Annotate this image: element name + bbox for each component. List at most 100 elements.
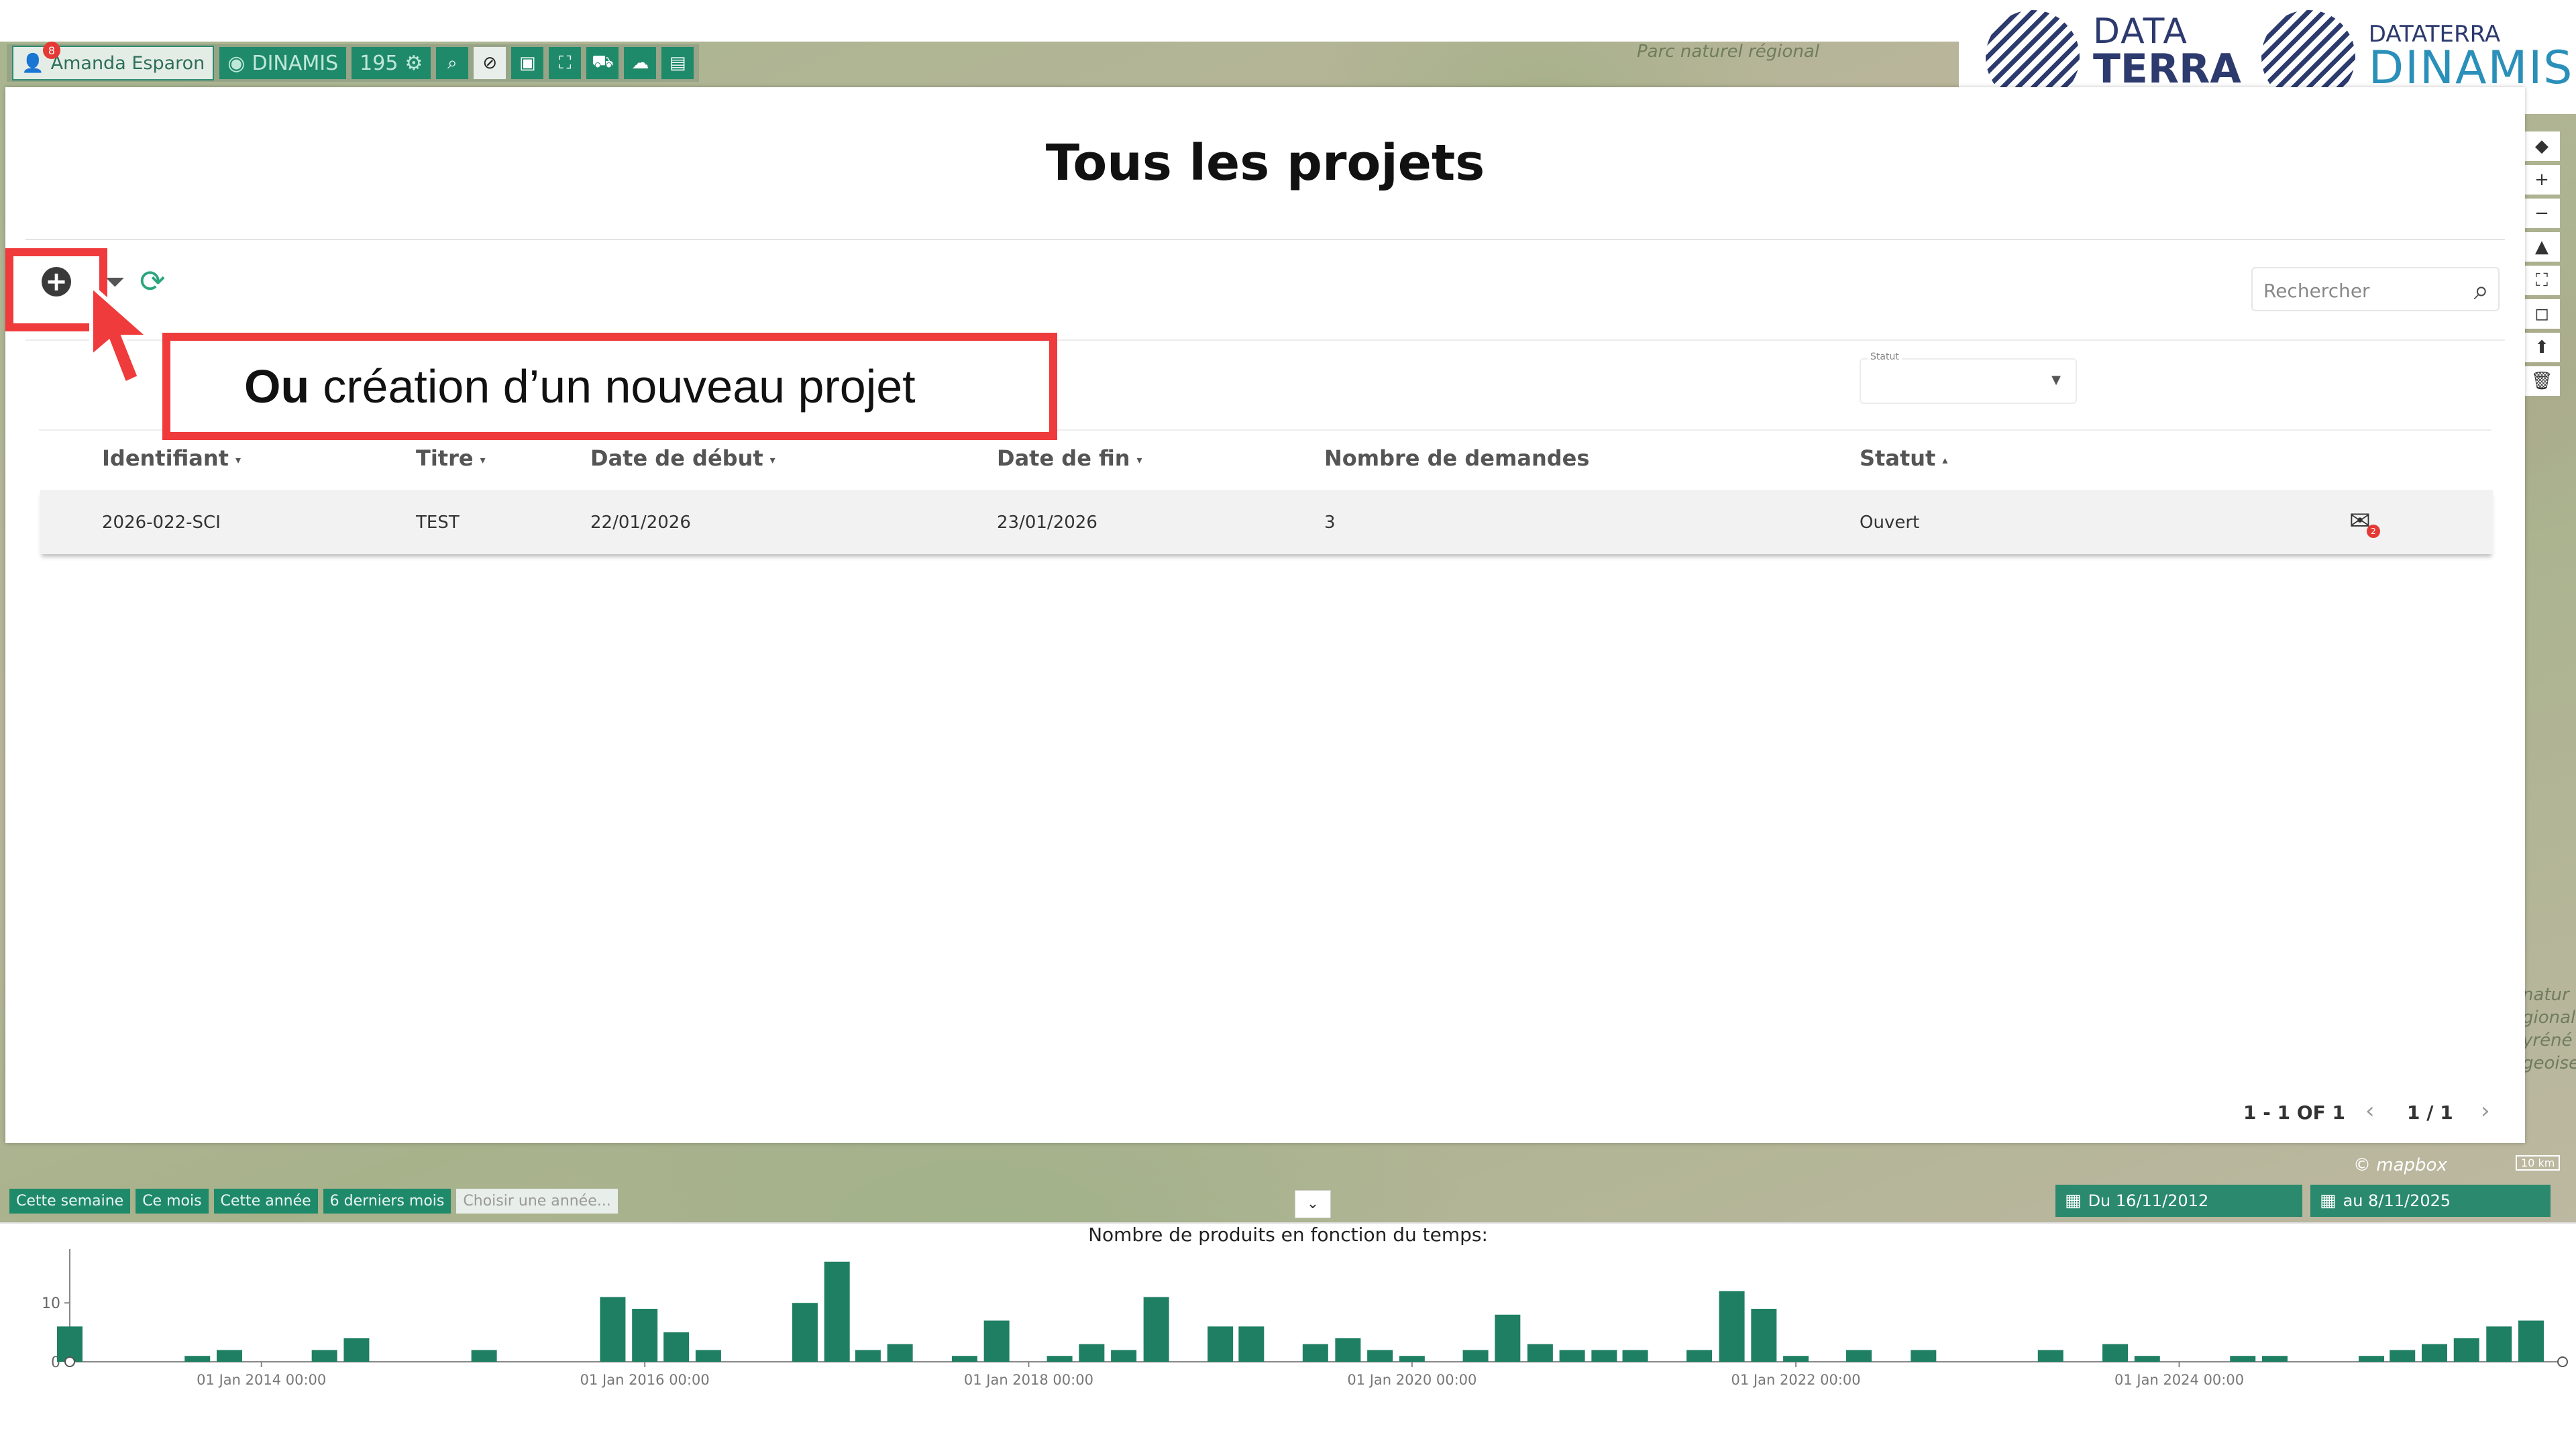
next-page-button[interactable]: › (2481, 1097, 2490, 1124)
chevron-left-icon: ‹ (2365, 1097, 2375, 1124)
chart-bar (1143, 1297, 1169, 1362)
zoom-in-button[interactable]: + (2524, 165, 2560, 195)
north-button[interactable]: ▲ (2524, 232, 2560, 262)
chart-bar (855, 1350, 881, 1362)
compass-icon: ▲ (2535, 237, 2548, 257)
messages-badge: 2 (2367, 525, 2380, 538)
search-icon[interactable]: ⌕ (2474, 275, 2489, 306)
zoom-search-button[interactable]: ⌕ (436, 47, 469, 79)
column-label: Date de début (590, 445, 763, 471)
app-name: DINAMIS (252, 51, 339, 75)
filter-this-month[interactable]: Ce mois (136, 1189, 209, 1214)
column-header-identifiant[interactable]: Identifiant ▾ (102, 445, 241, 471)
chart-bar (1208, 1326, 1234, 1362)
filter-this-year[interactable]: Cette année (213, 1189, 318, 1214)
collapse-chart-button[interactable]: ⌄ (1295, 1190, 1331, 1218)
zoom-out-button[interactable]: − (2524, 199, 2560, 228)
user-button[interactable]: 👤 8 Amanda Esparon (12, 42, 215, 80)
x-tick-label: 01 Jan 2022 00:00 (1731, 1372, 1861, 1388)
chart-bar (983, 1320, 1010, 1362)
archive-icon: ▤ (669, 53, 686, 73)
chart-bar (1719, 1291, 1745, 1362)
draw-rectangle-button[interactable]: ◻ (2524, 299, 2560, 329)
archive-button[interactable]: ▤ (661, 47, 694, 79)
product-count[interactable]: 195 ⚙ (352, 47, 431, 79)
basket-button[interactable]: ⛟ (586, 47, 619, 79)
x-tick-label: 01 Jan 2024 00:00 (2114, 1372, 2244, 1388)
chart-bar (1527, 1344, 1553, 1362)
search-input[interactable] (2262, 275, 2453, 306)
save-button[interactable]: ▣ (511, 47, 544, 79)
column-header-date-fin[interactable]: Date de fin ▾ (997, 445, 1142, 471)
mapbox-attribution: © mapbox (2353, 1155, 2447, 1175)
fullscreen-icon: ⛶ (2535, 270, 2548, 290)
map-label-park: Parc naturel régional (1637, 42, 1820, 62)
date-from-field[interactable]: ▦ Du 16/11/2012 (2055, 1185, 2302, 1217)
filter-this-week[interactable]: Cette semaine (9, 1189, 131, 1214)
upload-button[interactable]: ⬆ (2524, 333, 2560, 362)
status-filter-label: Statut (1868, 352, 1902, 362)
fullscreen-button[interactable]: ⛶ (2524, 266, 2560, 295)
column-header-titre[interactable]: Titre ▾ (416, 445, 486, 471)
chart-bar (887, 1344, 913, 1362)
column-label: Identifiant (102, 445, 229, 471)
table-row[interactable] (40, 490, 2493, 554)
divider (25, 239, 2505, 240)
messages-button[interactable]: ✉ 2 (2349, 506, 2380, 538)
chart-bar (1911, 1350, 1937, 1362)
chart-bar (2102, 1344, 2129, 1362)
chevron-right-icon: › (2481, 1097, 2490, 1124)
year-select[interactable]: Choisir une année... (456, 1189, 618, 1214)
chart-bar (311, 1350, 337, 1362)
annotation-callout: Ou création d’un nouveau projet (162, 333, 1057, 440)
chart-bar (792, 1303, 818, 1362)
save-icon: ▣ (519, 53, 536, 73)
layers-button[interactable]: ◆ (2524, 131, 2560, 161)
logo-terra-text: TERRA (2093, 46, 2241, 93)
x-tick-label: 01 Jan 2020 00:00 (1347, 1372, 1477, 1388)
user-name: Amanda Esparon (50, 52, 205, 74)
x-tick-label: 01 Jan 2016 00:00 (580, 1372, 710, 1388)
sort-icon: ▾ (1136, 453, 1142, 466)
sort-icon: ▴ (1942, 453, 1948, 466)
chart-bar (1302, 1344, 1328, 1362)
chart-bar (2262, 1356, 2288, 1362)
column-header-statut[interactable]: Statut ▴ (1860, 445, 1947, 471)
column-label: Nombre de demandes (1324, 445, 1590, 471)
logo-dinamis-text: DINAMIS (2368, 42, 2574, 95)
delete-button[interactable]: 🗑 (2524, 366, 2560, 396)
cell-identifiant: 2026-022-SCI (102, 513, 221, 533)
timeline-svg: 01001 Jan 2014 00:00 01 Jan 2016 00:00 01 … (42, 1249, 2568, 1388)
chart-bar (1111, 1350, 1137, 1362)
trash-icon: 🗑 (2530, 371, 2553, 391)
status-filter-select[interactable]: Statut ▼ (1860, 352, 2077, 404)
column-label: Titre (416, 445, 474, 471)
column-header-date-debut[interactable]: Date de début ▾ (590, 445, 775, 471)
chart-bar (1046, 1356, 1073, 1362)
chart-bar (471, 1350, 497, 1362)
user-icon: 👤 (21, 53, 44, 74)
chart-bar (1559, 1350, 1585, 1362)
date-to-field[interactable]: ▦ au 8/11/2025 (2310, 1185, 2551, 1217)
page-title: Tous les projets (1045, 134, 1485, 192)
clear-filter-button[interactable]: ⊘ (474, 47, 506, 79)
products-timeline-chart[interactable]: Nombre de produits en fonction du temps:… (0, 1222, 2576, 1411)
column-header-nombre-demandes[interactable]: Nombre de demandes (1324, 445, 1589, 471)
cell-date-debut: 22/01/2026 (590, 513, 691, 533)
previous-page-button[interactable]: ‹ (2365, 1097, 2375, 1124)
extent-button[interactable]: ⛶ (549, 47, 582, 79)
filter-last-6-months[interactable]: 6 derniers mois (323, 1189, 451, 1214)
chart-bar (184, 1356, 211, 1362)
search-field[interactable]: ⌕ (2251, 267, 2500, 311)
cell-nombre-demandes: 3 (1324, 513, 1336, 533)
column-label: Date de fin (997, 445, 1130, 471)
app-switcher[interactable]: ◉ DINAMIS (219, 47, 347, 79)
pagination-range: 1 - 1 OF 1 (2243, 1102, 2345, 1124)
cloud-button[interactable]: ☁ (624, 47, 657, 79)
logo-data-text: DATA (2093, 11, 2188, 52)
chart-bar (2390, 1350, 2416, 1362)
chart-bar (2037, 1350, 2063, 1362)
chart-bar (951, 1356, 977, 1362)
y-tick-label: 10 (42, 1295, 60, 1312)
chart-bar (2359, 1356, 2385, 1362)
